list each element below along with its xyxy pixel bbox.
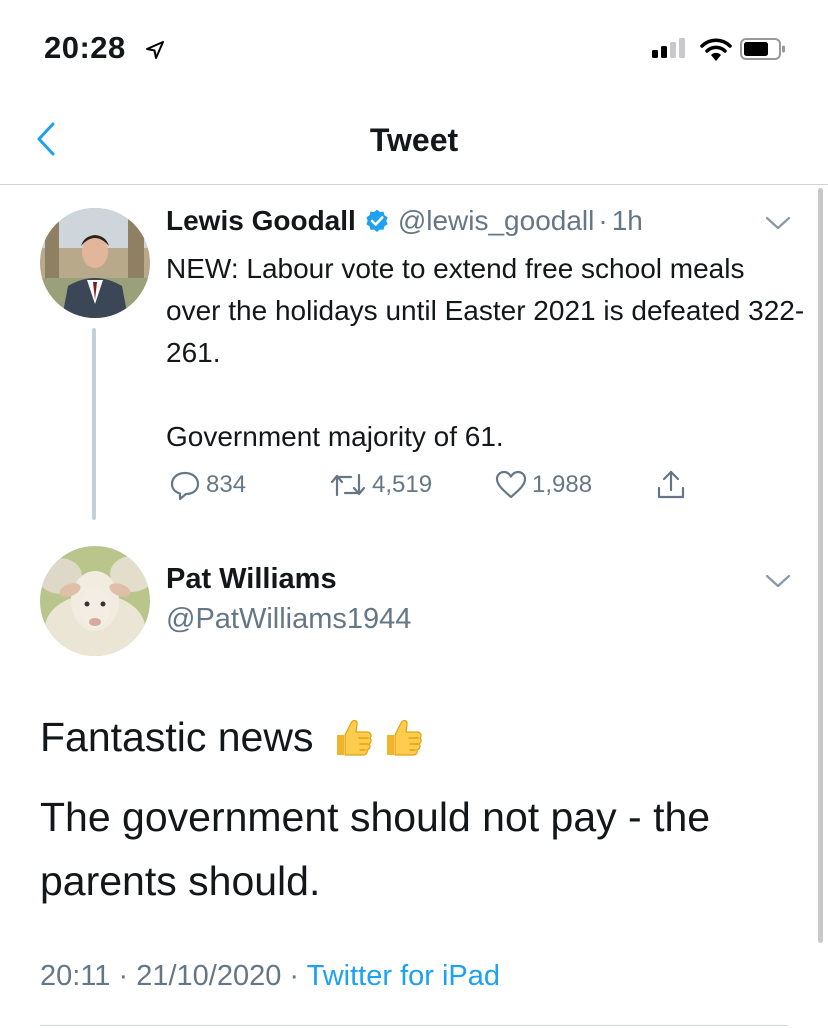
quoted-tweet-header: Lewis Goodall @lewis_goodall · 1h	[166, 205, 643, 237]
like-count: 1,988	[532, 471, 593, 498]
quoted-tweet-text: NEW: Labour vote to extend free school m…	[166, 248, 806, 458]
verified-badge-icon	[366, 209, 388, 232]
separator-dot: ·	[598, 205, 608, 236]
like-button[interactable]: 1,988	[494, 468, 592, 502]
page-title: Tweet	[369, 122, 459, 158]
tweet-paragraph: NEW: Labour vote to extend free school m…	[166, 253, 805, 368]
divider	[40, 1025, 788, 1026]
chevron-down-icon[interactable]	[764, 572, 792, 590]
tweet-meta: 20:11 · 21/10/2020 · Twitter for iPad	[40, 960, 500, 993]
author-handle[interactable]: @lewis_goodall	[398, 205, 595, 237]
tweet-paragraph: Government majority of 61.	[166, 421, 504, 452]
retweet-button[interactable]: 4,519	[328, 468, 432, 502]
location-arrow-icon	[146, 41, 164, 59]
thumbs-up-emoji-icon	[386, 719, 422, 756]
avatar[interactable]	[40, 208, 150, 318]
retweet-icon	[330, 473, 366, 497]
reply-icon	[170, 471, 200, 501]
status-time: 20:28	[44, 30, 126, 65]
tweet-source-link[interactable]: Twitter for iPad	[307, 960, 500, 992]
signal-strength-icon	[652, 38, 685, 58]
battery-icon	[740, 38, 785, 60]
thumbs-up-emoji-icon	[336, 719, 372, 756]
retweet-count: 4,519	[372, 471, 433, 498]
author-handle[interactable]: @PatWilliams1944	[166, 603, 411, 636]
author-name[interactable]: Pat Williams	[166, 563, 337, 596]
share-button[interactable]	[654, 468, 692, 502]
tweet-paragraph: The government should not pay - the pare…	[40, 794, 711, 904]
tweet-line: Fantastic news	[40, 714, 314, 760]
chevron-down-icon[interactable]	[764, 214, 792, 232]
separator-dot: ·	[289, 960, 300, 992]
reply-button[interactable]: 834	[168, 468, 246, 502]
tweet-timestamp: 20:11 · 21/10/2020	[40, 960, 282, 992]
reply-count: 834	[206, 471, 247, 498]
tweet-paragraph: Fantastic news	[40, 705, 800, 769]
avatar[interactable]	[40, 546, 150, 656]
tweet-age[interactable]: 1h	[612, 205, 643, 237]
share-icon	[657, 470, 685, 499]
tweet-text: Fantastic news The government should not…	[40, 705, 800, 929]
wifi-icon	[700, 38, 732, 61]
nav-divider	[0, 184, 828, 185]
author-name[interactable]: Lewis Goodall	[166, 205, 356, 237]
heart-icon	[495, 470, 527, 499]
thread-line	[92, 328, 96, 520]
scrollbar[interactable]	[818, 188, 823, 943]
